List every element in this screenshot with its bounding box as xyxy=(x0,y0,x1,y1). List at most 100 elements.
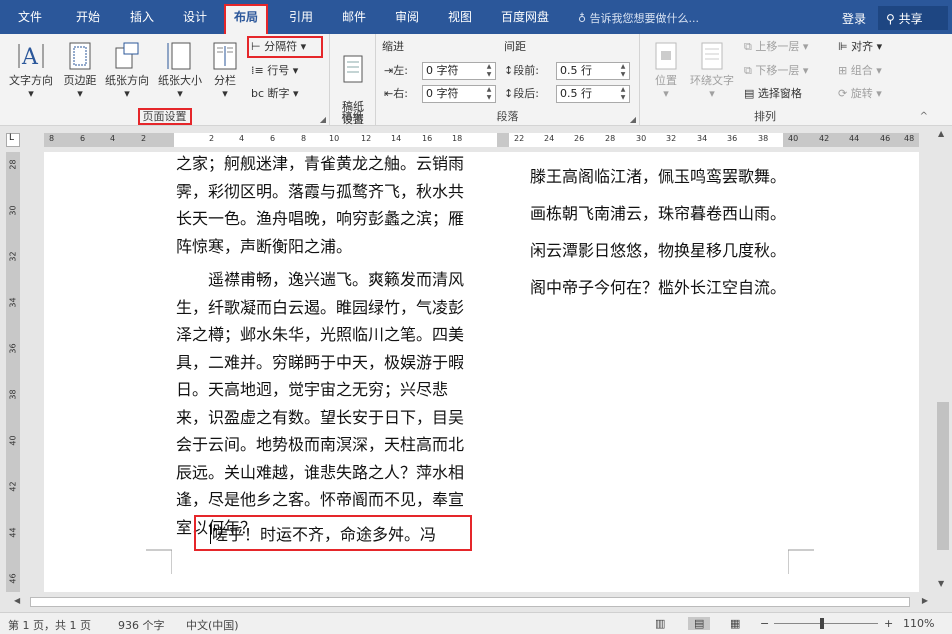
ruler-tick: 32 xyxy=(8,251,18,262)
dialog-launcher-icon[interactable]: ◢ xyxy=(320,115,326,124)
scroll-right-icon[interactable]: ▶ xyxy=(922,596,928,605)
ruler-tick: 36 xyxy=(727,134,738,143)
tab-mailings[interactable]: 邮件 xyxy=(342,10,366,24)
read-mode-icon[interactable]: ▥ xyxy=(655,617,665,630)
chevron-down-icon: ▾ xyxy=(77,87,83,100)
ruler-tick: 14 xyxy=(391,134,402,143)
chevron-down-icon: ▾ xyxy=(177,87,183,100)
ruler-tick: 36 xyxy=(8,343,18,354)
dialog-launcher-icon[interactable]: ◢ xyxy=(630,115,636,124)
selection-pane-button[interactable]: ▤ 选择窗格 xyxy=(744,85,802,103)
ruler-tick: 8 xyxy=(49,134,55,143)
paragraph-group: 缩进 间距 ⇥左: 0 字符 ▲ ▼ ⇤右: 0 字符 ▲ ▼ ↕段前: 0.5 行 ▲ ▼… xyxy=(376,34,640,126)
chevron-down-icon: ▾ xyxy=(222,87,228,100)
indent-right-input[interactable]: 0 字符 ▲ ▼ xyxy=(422,85,496,103)
spacing-after-label: ↕段后: xyxy=(504,87,539,100)
ruler-tick: 16 xyxy=(422,134,433,143)
tab-baidu-netdisk[interactable]: 百度网盘 xyxy=(501,10,549,24)
tab-stop-icon: L xyxy=(9,133,15,143)
collapse-ribbon-icon[interactable]: ^ xyxy=(920,111,928,122)
tab-review[interactable]: 审阅 xyxy=(395,10,419,24)
horizontal-ruler[interactable]: 8 6 4 2 2 4 6 8 10 12 14 16 18 22 24 26 28 30 32 34 36 38 40 42… xyxy=(44,133,919,147)
web-layout-icon[interactable]: ▦ xyxy=(730,617,740,630)
spacing-after-icon: ↕ xyxy=(504,87,514,100)
indent-left-label: ⇥左: xyxy=(384,64,408,77)
send-backward-button[interactable]: ⧉ 下移一层 ▾ xyxy=(744,62,808,80)
spin-arrows-icon[interactable]: ▲ ▼ xyxy=(618,86,628,102)
columns-icon xyxy=(213,42,237,70)
zoom-in-icon[interactable]: + xyxy=(884,617,893,630)
orientation-button[interactable]: 纸张方向 ▾ xyxy=(102,40,152,100)
scroll-down-icon[interactable]: ▼ xyxy=(938,579,944,588)
columns-button[interactable]: 分栏 ▾ xyxy=(208,40,242,100)
word-count[interactable]: 936 个字 xyxy=(118,617,165,633)
bring-forward-button[interactable]: ⧉ 上移一层 ▾ xyxy=(744,38,808,56)
chevron-down-icon: ▾ xyxy=(300,40,307,53)
highlighted-paragraph[interactable]: 嗟乎！时运不齐，命途多舛。冯 xyxy=(194,515,472,551)
tab-view[interactable]: 视图 xyxy=(448,10,472,24)
document-column-1[interactable]: 之家；舸舰迷津，青雀黄龙之舳。云销雨霁，彩彻区明。落霞与孤鹜齐飞，秋水共长天一色… xyxy=(176,150,466,541)
manuscript-group: 稿纸 设置 稿纸 xyxy=(330,34,376,126)
selection-pane-icon: ▤ xyxy=(744,87,758,100)
spin-arrows-icon[interactable]: ▲ ▼ xyxy=(484,86,494,102)
tab-home[interactable]: 开始 xyxy=(76,10,100,24)
language-indicator[interactable]: 中文(中国) xyxy=(186,617,239,633)
size-button[interactable]: 纸张大小 ▾ xyxy=(154,40,206,100)
text-direction-button[interactable]: A 文字方向 ▾ xyxy=(4,40,58,100)
indent-left-input[interactable]: 0 字符 ▲ ▼ xyxy=(422,62,496,80)
text-cursor xyxy=(210,525,211,544)
group-icon: ⊞ xyxy=(838,64,851,77)
rotate-button[interactable]: ⟳ 旋转 ▾ xyxy=(838,85,882,103)
margins-button[interactable]: 页边距 ▾ xyxy=(58,40,102,100)
chevron-down-icon: ▾ xyxy=(124,87,130,100)
align-button[interactable]: ⊫ 对齐 ▾ xyxy=(838,38,882,56)
spacing-after-input[interactable]: 0.5 行 ▲ ▼ xyxy=(556,85,630,103)
ruler-tick: 4 xyxy=(110,134,116,143)
document-column-2[interactable]: 滕王高阁临江渚，佩玉鸣鸾罢歌舞。 画栋朝飞南浦云，珠帘暮卷西山雨。 闲云潭影日悠… xyxy=(498,162,790,302)
tell-me-box[interactable]: ♁ 告诉我您想要做什么... xyxy=(578,10,699,26)
spin-arrows-icon[interactable]: ▲ ▼ xyxy=(484,63,494,79)
login-link[interactable]: 登录 xyxy=(842,10,866,27)
paragraph-2: 遥襟甫畅，逸兴遄飞。爽籁发而清风生，纤歌凝而白云遏。睢园绿竹，气凌彭泽之樽；邺水… xyxy=(176,270,465,537)
zoom-out-icon[interactable]: − xyxy=(760,617,769,630)
vertical-ruler[interactable]: 28 30 32 34 36 38 40 42 44 46 xyxy=(6,152,20,592)
position-button[interactable]: 位置 ▾ xyxy=(646,40,686,100)
ruler-tick: 40 xyxy=(8,435,18,446)
breaks-button[interactable]: ⊢ 分隔符 ▾ xyxy=(247,36,323,58)
ruler-tick: 18 xyxy=(452,134,463,143)
wrap-text-button[interactable]: 环绕文字 ▾ xyxy=(686,40,738,100)
orientation-icon xyxy=(115,42,139,69)
ruler-tick: 34 xyxy=(8,297,18,308)
spin-arrows-icon[interactable]: ▲ ▼ xyxy=(618,63,628,79)
ruler-tick: 42 xyxy=(819,134,830,143)
ruler-tick: 10 xyxy=(329,134,340,143)
scroll-up-icon[interactable]: ▲ xyxy=(938,129,944,138)
tab-insert[interactable]: 插入 xyxy=(130,10,154,24)
paragraph-1: 之家；舸舰迷津，青雀黄龙之舳。云销雨霁，彩彻区明。落霞与孤鹜齐飞，秋水共长天一色… xyxy=(176,154,465,256)
tab-layout[interactable]: 布局 xyxy=(223,4,269,36)
share-button[interactable]: ⚲ 共享 xyxy=(878,6,948,30)
ruler-tick: 44 xyxy=(8,527,18,538)
scroll-left-icon[interactable]: ◀ xyxy=(14,596,20,605)
zoom-level[interactable]: 110% xyxy=(903,617,934,630)
zoom-slider-thumb[interactable] xyxy=(820,618,824,629)
line-numbers-button[interactable]: ⁞≡ 行号 ▾ xyxy=(251,62,298,80)
page-count[interactable]: 第 1 页，共 1 页 xyxy=(8,617,91,633)
horizontal-scroll-thumb[interactable] xyxy=(30,597,910,607)
arrange-label: 排列 xyxy=(754,110,776,123)
ruler-tick: 26 xyxy=(574,134,585,143)
group-button[interactable]: ⊞ 组合 ▾ xyxy=(838,62,882,80)
svg-text:A: A xyxy=(21,45,39,70)
poem-line-3: 闲云潭影日悠悠，物换星移几度秋。 xyxy=(530,241,787,260)
tab-selector[interactable]: L xyxy=(6,133,20,147)
tab-design[interactable]: 设计 xyxy=(183,10,207,24)
print-layout-icon[interactable]: ▤ xyxy=(688,617,711,630)
hyphenation-button[interactable]: bc 断字 ▾ xyxy=(251,85,299,103)
zoom-slider[interactable] xyxy=(774,623,878,624)
page-setup-group: A 文字方向 ▾ 页边距 ▾ 纸张方向 ▾ 纸张大小 ▾ 分栏 ▾ ⊢ 分隔符 ▾ ⁞≡ … xyxy=(0,34,330,126)
spacing-before-input[interactable]: 0.5 行 ▲ ▼ xyxy=(556,62,630,80)
tab-references[interactable]: 引用 xyxy=(289,10,313,24)
tab-file[interactable]: 文件 xyxy=(18,10,42,24)
vertical-scroll-thumb[interactable] xyxy=(937,402,949,550)
manuscript-icon xyxy=(343,55,363,83)
